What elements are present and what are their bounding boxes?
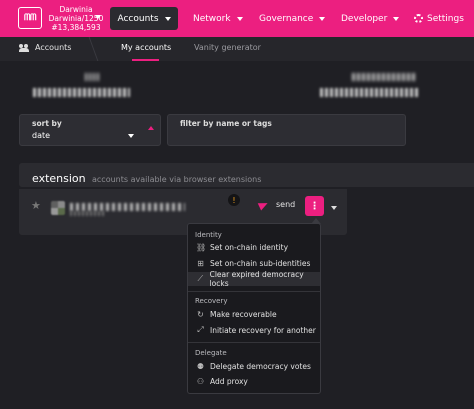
nav-accounts-label: Accounts	[117, 13, 159, 24]
broom-icon: ⟋	[197, 274, 204, 283]
sort-value: date	[32, 131, 51, 140]
chevron-down-icon	[128, 134, 134, 138]
tab-vanity-generator[interactable]: Vanity generator	[194, 43, 261, 52]
tab-my-accounts[interactable]: My accounts	[121, 43, 171, 52]
menu-item-label: Initiate recovery for another	[210, 325, 316, 335]
nav-accounts[interactable]: Accounts	[110, 7, 178, 30]
menu-group-delegate: Delegate	[195, 349, 227, 357]
user-plus-icon: ⚉	[196, 361, 205, 371]
nav-developer[interactable]: Developer	[341, 7, 400, 30]
redacted-summary-label	[85, 73, 99, 81]
paper-plane-icon	[257, 198, 270, 211]
users-icon: ⚇	[196, 376, 205, 386]
link-icon: ⛓	[196, 242, 207, 252]
star-icon[interactable]: ★	[31, 199, 41, 212]
section-label: Accounts	[35, 43, 72, 52]
nav-network[interactable]: Network	[193, 7, 243, 30]
menu-divider	[188, 291, 320, 292]
chevron-down-icon	[236, 16, 243, 21]
menu-item-initiate-recovery[interactable]: ⤢ Initiate recovery for another	[188, 323, 320, 337]
breadcrumb: Accounts	[19, 43, 71, 52]
redacted-summary-label	[352, 73, 416, 81]
warning-glyph: !	[232, 195, 236, 205]
menu-item-add-proxy[interactable]: ⚇ Add proxy	[188, 374, 320, 388]
menu-group-recovery: Recovery	[195, 297, 228, 305]
menu-divider	[188, 342, 320, 343]
menu-item-clear-democracy-locks[interactable]: ⟋ Clear expired democracy locks	[188, 270, 320, 288]
nav-settings[interactable]: Settings	[414, 7, 464, 30]
sort-dropdown[interactable]: sort by date	[19, 114, 161, 146]
account-identicon[interactable]	[51, 201, 65, 215]
redo-icon: ↻	[197, 309, 204, 319]
logo-text: ᗰᗰ	[24, 13, 37, 23]
nav-developer-label: Developer	[341, 13, 388, 24]
kebab-icon: ⋮	[309, 200, 320, 212]
redacted-account-subtext	[70, 211, 106, 216]
filter-input[interactable]: filter by name or tags	[167, 114, 406, 146]
menu-item-label: Delegate democracy votes	[210, 361, 311, 371]
menu-item-label: Set on-chain sub-identities	[210, 258, 311, 268]
users-icon	[19, 43, 30, 52]
warning-icon[interactable]: !	[228, 194, 240, 206]
menu-item-label: Clear expired democracy locks	[209, 270, 304, 288]
menu-item-set-identity[interactable]: ⛓ Set on-chain identity	[188, 240, 320, 254]
breadcrumb-separator	[83, 37, 95, 61]
more-options-button[interactable]: ⋮	[305, 196, 324, 216]
sort-direction-icon[interactable]	[148, 126, 154, 130]
chain-name: Darwinia	[59, 5, 93, 14]
redacted-summary-value	[33, 88, 130, 97]
nav-settings-label: Settings	[427, 13, 464, 24]
section-title: extension	[32, 172, 86, 185]
gear-icon	[414, 14, 423, 23]
send-button[interactable]: send	[257, 198, 296, 211]
menu-item-label: Make recoverable	[210, 309, 277, 319]
section-subtitle: accounts available via browser extension…	[92, 175, 262, 184]
nav-governance-label: Governance	[259, 13, 314, 24]
block-number: #13,384,593	[51, 23, 101, 32]
chevron-down-icon	[164, 16, 171, 21]
darwinia-logo[interactable]: ᗰᗰ	[18, 7, 42, 29]
sort-label: sort by	[32, 119, 62, 128]
expand-arrows-icon: ⤢	[197, 325, 204, 334]
filter-label: filter by name or tags	[180, 119, 272, 128]
expand-account-icon[interactable]	[331, 206, 337, 210]
menu-item-label: Add proxy	[210, 376, 248, 386]
active-tab-indicator	[132, 59, 159, 61]
redacted-account-address[interactable]	[70, 203, 185, 211]
menu-item-make-recoverable[interactable]: ↻ Make recoverable	[188, 307, 320, 321]
nav-governance[interactable]: Governance	[259, 7, 326, 30]
chevron-down-icon	[393, 16, 400, 21]
sitemap-icon: ⊞	[197, 258, 204, 268]
redacted-summary-value	[320, 88, 420, 97]
menu-item-delegate-votes[interactable]: ⚉ Delegate democracy votes	[188, 359, 320, 373]
menu-item-set-sub-identities[interactable]: ⊞ Set on-chain sub-identities	[188, 256, 320, 270]
chevron-down-icon	[319, 16, 326, 21]
menu-item-label: Set on-chain identity	[210, 242, 289, 252]
send-label: send	[276, 200, 296, 209]
nav-network-label: Network	[193, 13, 231, 24]
menu-group-identity: Identity	[195, 231, 222, 239]
chevron-down-icon[interactable]	[95, 15, 101, 19]
